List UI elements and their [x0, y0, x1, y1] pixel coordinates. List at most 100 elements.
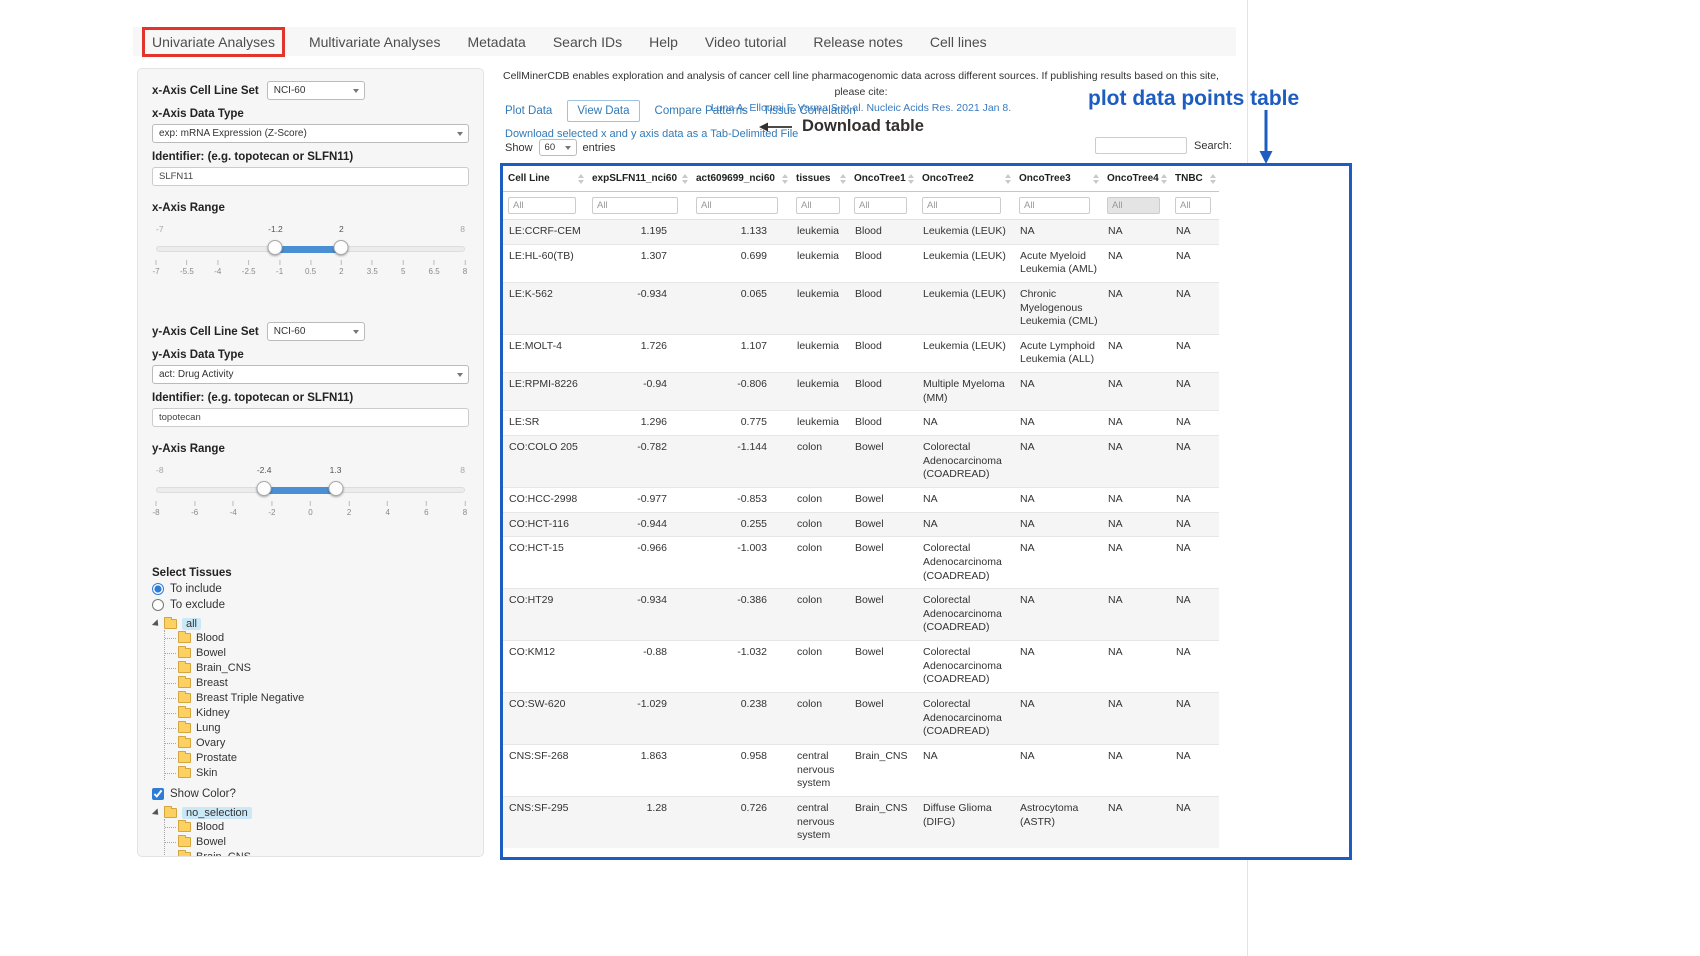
column-header-oncotree3[interactable]: OncoTree3	[1014, 166, 1102, 192]
x-data-type-select[interactable]: exp: mRNA Expression (Z-Score)	[152, 124, 469, 143]
x-slider-handle-from[interactable]	[268, 240, 283, 255]
include-tree-item-skin[interactable]: Skin	[178, 765, 469, 780]
tree-expand-icon[interactable]	[152, 619, 161, 628]
sort-desc-icon	[1005, 180, 1011, 184]
column-header-act609699-nci60[interactable]: act609699_nci60	[691, 166, 791, 192]
x-axis-range-slider[interactable]: -78-1.22-7-5.5-4-2.5-10.523.556.58	[156, 238, 465, 286]
table-row[interactable]: CO:KM12-0.88-1.032colonBowelColorectal A…	[503, 641, 1219, 693]
filter-input-cell-line[interactable]	[508, 197, 576, 214]
include-tree-item-bowel[interactable]: Bowel	[178, 645, 469, 660]
color-tree-root[interactable]: no_selection	[154, 807, 469, 819]
filter-input-act609699-nci60[interactable]	[696, 197, 778, 214]
y-axis-range-slider[interactable]: -88-2.41.3-8-6-4-202468	[156, 479, 465, 527]
table-row[interactable]: LE:RPMI-8226-0.94-0.806leukemiaBloodMult…	[503, 373, 1219, 411]
table-row[interactable]: LE:SR1.2960.775leukemiaBloodNANANANA	[503, 411, 1219, 436]
include-tree-item-prostate[interactable]: Prostate	[178, 750, 469, 765]
table-row[interactable]: CNS:SF-2681.8630.958central nervous syst…	[503, 744, 1219, 796]
column-header-expslfn11-nci60[interactable]: expSLFN11_nci60	[587, 166, 691, 192]
tissue-exclude-option[interactable]: To exclude	[152, 599, 469, 611]
sort-icon[interactable]	[840, 174, 846, 184]
include-tree-item-blood[interactable]: Blood	[178, 630, 469, 645]
tissue-include-option[interactable]: To include	[152, 583, 469, 595]
filter-input-tissues[interactable]	[796, 197, 840, 214]
table-row[interactable]: LE:HL-60(TB)1.3070.699leukemiaBloodLeuke…	[503, 244, 1219, 282]
column-header-oncotree2[interactable]: OncoTree2	[917, 166, 1014, 192]
sort-icon[interactable]	[908, 174, 914, 184]
filter-input-oncotree2[interactable]	[922, 197, 1001, 214]
table-cell: 1.296	[587, 411, 691, 436]
filter-input-oncotree3[interactable]	[1019, 197, 1090, 214]
x-identifier-input[interactable]	[152, 167, 469, 186]
sort-icon[interactable]	[682, 174, 688, 184]
include-tree-item-ovary[interactable]: Ovary	[178, 735, 469, 750]
sort-icon[interactable]	[578, 174, 584, 184]
x-slider-min-label: -7	[156, 224, 164, 234]
include-tree-root[interactable]: all	[154, 618, 469, 630]
nav-item-cell-lines[interactable]: Cell lines	[930, 34, 987, 50]
y-slider-ticks: -8-6-4-202468	[156, 501, 465, 523]
y-slider-handle-to[interactable]	[328, 481, 343, 496]
y-identifier-input[interactable]	[152, 408, 469, 427]
sort-asc-icon	[682, 174, 688, 178]
search-input[interactable]	[1095, 137, 1187, 154]
exclude-radio[interactable]	[152, 599, 164, 611]
table-row[interactable]: CO:HCT-116-0.9440.255colonBowelNANANANA	[503, 512, 1219, 537]
include-tree-item-breast-triple-negative[interactable]: Breast Triple Negative	[178, 690, 469, 705]
tab-plot-data[interactable]: Plot Data	[505, 105, 552, 117]
sort-icon[interactable]	[1093, 174, 1099, 184]
include-radio[interactable]	[152, 583, 164, 595]
tab-view-data[interactable]: View Data	[567, 100, 639, 122]
y-cell-line-set-select[interactable]: NCI-60	[267, 322, 365, 341]
include-tree-item-breast[interactable]: Breast	[178, 675, 469, 690]
sort-icon[interactable]	[1210, 174, 1216, 184]
column-header-cell-line[interactable]: Cell Line	[503, 166, 587, 192]
tree-expand-icon[interactable]	[152, 808, 161, 817]
column-header-tnbc[interactable]: TNBC	[1170, 166, 1219, 192]
sort-icon[interactable]	[782, 174, 788, 184]
include-tree-item-kidney[interactable]: Kidney	[178, 705, 469, 720]
y-slider-handle-from[interactable]	[257, 481, 272, 496]
color-tree-item-brain-cns[interactable]: Brain_CNS	[178, 849, 469, 857]
folder-icon	[178, 633, 191, 643]
table-row[interactable]: LE:MOLT-41.7261.107leukemiaBloodLeukemia…	[503, 334, 1219, 372]
y-data-type-select[interactable]: act: Drug Activity	[152, 365, 469, 384]
column-header-oncotree1[interactable]: OncoTree1	[849, 166, 917, 192]
nav-item-release-notes[interactable]: Release notes	[813, 34, 903, 50]
sort-icon[interactable]	[1161, 174, 1167, 184]
nav-item-multivariate-analyses[interactable]: Multivariate Analyses	[309, 34, 441, 50]
filter-input-tnbc[interactable]	[1175, 197, 1211, 214]
column-header-tissues[interactable]: tissues	[791, 166, 849, 192]
table-row[interactable]: CO:COLO 205-0.782-1.144colonBowelColorec…	[503, 436, 1219, 488]
entries-select[interactable]: 60	[539, 139, 577, 156]
table-cell: 1.307	[587, 244, 691, 282]
table-row[interactable]: LE:CCRF-CEM1.1951.133leukemiaBloodLeukem…	[503, 220, 1219, 245]
table-row[interactable]: CO:HCC-2998-0.977-0.853colonBowelNANANAN…	[503, 487, 1219, 512]
x-slider-active-bar	[275, 246, 341, 253]
show-color-option[interactable]: Show Color?	[152, 788, 469, 800]
include-tree-item-brain-cns[interactable]: Brain_CNS	[178, 660, 469, 675]
tab-tissue-correlation[interactable]: Tissue Correlation	[763, 105, 856, 117]
table-cell: 0.775	[691, 411, 791, 436]
table-row[interactable]: CO:HT29-0.934-0.386colonBowelColorectal …	[503, 589, 1219, 641]
table-row[interactable]: LE:K-562-0.9340.065leukemiaBloodLeukemia…	[503, 282, 1219, 334]
show-color-checkbox[interactable]	[152, 788, 164, 800]
table-row[interactable]: CO:HCT-15-0.966-1.003colonBowelColorecta…	[503, 537, 1219, 589]
column-header-label: TNBC	[1175, 173, 1203, 184]
table-row[interactable]: CNS:SF-2951.280.726central nervous syste…	[503, 796, 1219, 847]
sort-icon[interactable]	[1005, 174, 1011, 184]
color-tree-item-blood[interactable]: Blood	[178, 819, 469, 834]
tab-compare-patterns[interactable]: Compare Patterns	[655, 105, 748, 117]
x-cell-line-set-select[interactable]: NCI-60	[267, 81, 365, 100]
column-header-oncotree4[interactable]: OncoTree4	[1102, 166, 1170, 192]
include-tree-item-lung[interactable]: Lung	[178, 720, 469, 735]
color-tree-item-bowel[interactable]: Bowel	[178, 834, 469, 849]
nav-item-metadata[interactable]: Metadata	[467, 34, 525, 50]
nav-item-video-tutorial[interactable]: Video tutorial	[705, 34, 786, 50]
x-slider-handle-to[interactable]	[334, 240, 349, 255]
filter-input-expslfn11-nci60[interactable]	[592, 197, 678, 214]
nav-item-search-ids[interactable]: Search IDs	[553, 34, 622, 50]
filter-input-oncotree1[interactable]	[854, 197, 907, 214]
nav-item-univariate-analyses[interactable]: Univariate Analyses	[142, 27, 285, 57]
nav-item-help[interactable]: Help	[649, 34, 678, 50]
table-row[interactable]: CO:SW-620-1.0290.238colonBowelColorectal…	[503, 693, 1219, 745]
